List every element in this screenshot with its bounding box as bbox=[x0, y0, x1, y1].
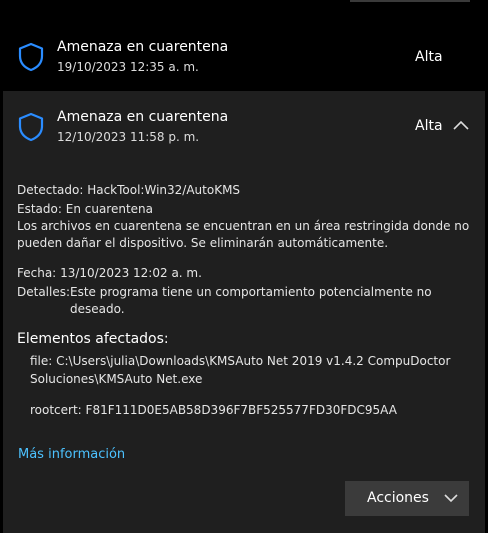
status-label: Estado: bbox=[17, 202, 62, 216]
threat-item-collapsed[interactable]: Amenaza en cuarentena 19/10/2023 12:35 a… bbox=[0, 25, 488, 87]
chevron-down-icon bbox=[443, 492, 459, 504]
more-info-link[interactable]: Más información bbox=[18, 447, 125, 462]
chevron-up-icon[interactable] bbox=[452, 118, 470, 132]
detected-line: Detectado: HackTool:Win32/AutoKMS bbox=[17, 182, 240, 199]
details-label: Detalles: bbox=[17, 285, 71, 299]
status-value: En cuarentena bbox=[65, 202, 153, 216]
previous-item-edge bbox=[350, 0, 470, 2]
affected-rootcert: rootcert: F81F111D0E5AB58D396F7BF525577F… bbox=[30, 403, 397, 417]
details-text-1: Este programa tiene un comportamiento po… bbox=[70, 285, 432, 299]
actions-button-label: Acciones bbox=[367, 490, 429, 506]
affected-items-title: Elementos afectados: bbox=[17, 331, 169, 347]
date-line: Fecha: 13/10/2023 12:02 a. m. bbox=[17, 265, 202, 282]
quarantine-text-2: pueden dañar el dispositivo. Se eliminar… bbox=[17, 236, 389, 250]
threat-title: Amenaza en cuarentena bbox=[57, 109, 229, 125]
detected-value: HackTool:Win32/AutoKMS bbox=[87, 183, 241, 197]
affected-file-2: Soluciones\KMSAuto Net.exe bbox=[30, 372, 203, 386]
actions-button[interactable]: Acciones bbox=[345, 481, 469, 516]
threat-title: Amenaza en cuarentena bbox=[57, 39, 229, 55]
status-line: Estado: En cuarentena bbox=[17, 201, 153, 218]
shield-icon bbox=[17, 42, 45, 72]
shield-icon bbox=[17, 112, 45, 142]
threat-severity: Alta bbox=[415, 49, 443, 65]
detected-label: Detectado: bbox=[17, 183, 84, 197]
details-text-2: deseado. bbox=[70, 302, 125, 316]
threat-date: 12/10/2023 11:58 p. m. bbox=[57, 130, 200, 144]
threat-severity: Alta bbox=[415, 118, 443, 134]
date-label: Fecha: bbox=[17, 266, 57, 280]
quarantine-text-1: Los archivos en cuarentena se encuentran… bbox=[17, 219, 470, 233]
threat-date: 19/10/2023 12:35 a. m. bbox=[57, 60, 199, 74]
date-value: 13/10/2023 12:02 a. m. bbox=[60, 266, 202, 280]
affected-file-1: file: C:\Users\julia\Downloads\KMSAuto N… bbox=[30, 354, 451, 368]
